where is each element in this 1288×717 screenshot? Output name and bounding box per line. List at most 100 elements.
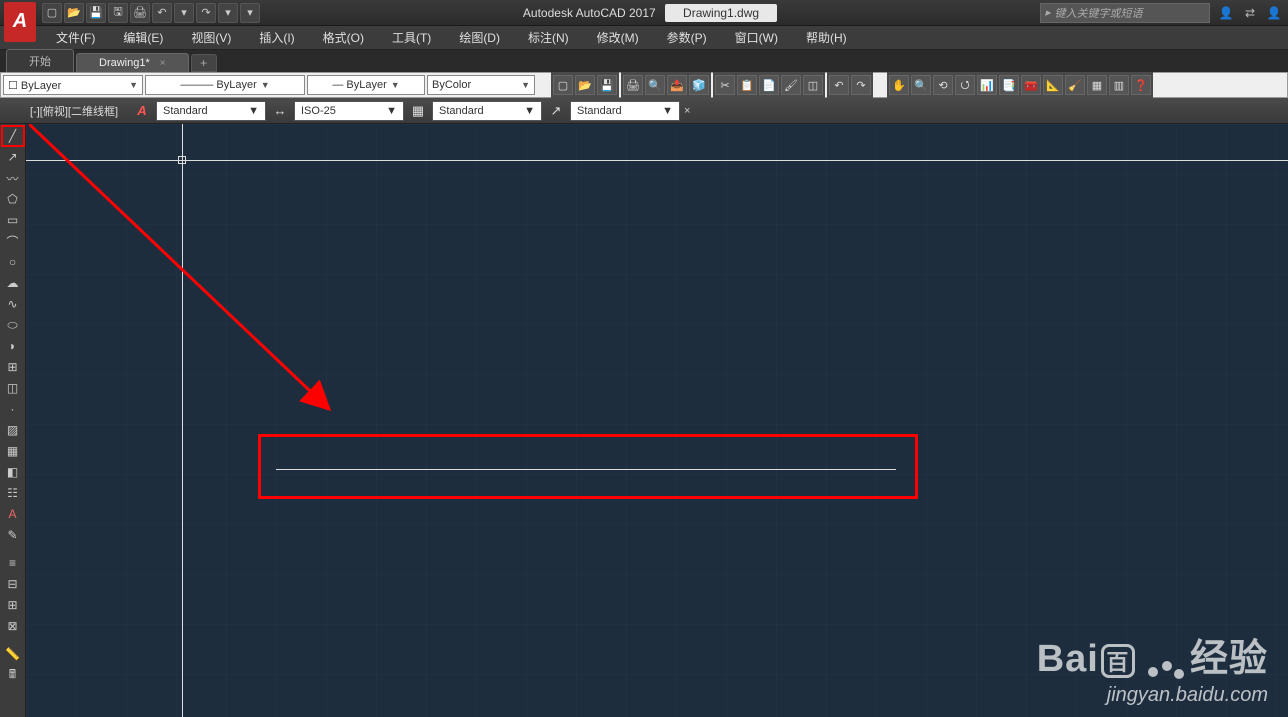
clean-icon[interactable]: 🧹 [1065, 75, 1085, 95]
addselected-tool-icon[interactable]: ✎ [2, 525, 24, 545]
close-icon[interactable]: × [160, 58, 166, 69]
qat-open-icon[interactable]: 📂 [64, 3, 84, 23]
toolbar-close-icon[interactable]: × [684, 105, 696, 117]
table-style-combo[interactable]: Standard ▼ [432, 101, 542, 121]
undo-icon[interactable]: ↶ [829, 75, 849, 95]
prop-icon[interactable]: 📊 [977, 75, 997, 95]
layer-combo[interactable]: ☐ ByLayer ▼ [3, 75, 143, 95]
zoomprev-icon[interactable]: ⟲ [933, 75, 953, 95]
menu-tools[interactable]: 工具(T) [378, 26, 445, 49]
mleader-style-icon[interactable]: ↗ [546, 101, 566, 121]
measure-tool-icon[interactable]: 📏 [2, 644, 24, 664]
qat-redo-drop-icon[interactable]: ▾ [218, 3, 238, 23]
layeroff-tool-icon[interactable]: ⊠ [2, 616, 24, 636]
pan-icon[interactable]: ✋ [889, 75, 909, 95]
new-icon[interactable]: ▢ [553, 75, 573, 95]
menu-view[interactable]: 视图(V) [177, 26, 245, 49]
ellipsearc-tool-icon[interactable]: ◗ [2, 336, 24, 356]
ellipse-tool-icon[interactable]: ⬭ [2, 315, 24, 335]
menu-modify[interactable]: 修改(M) [583, 26, 653, 49]
polyline-tool-icon[interactable]: 〰 [2, 168, 24, 188]
navigation-toolbar: ✋ 🔍 ⟲ ⭯ 📊 📑 🧰 📐 🧹 ▦ ▥ ❓ [887, 72, 1153, 98]
signin-icon[interactable]: 👤 [1216, 4, 1236, 22]
menu-draw[interactable]: 绘图(D) [445, 26, 514, 49]
table-style-icon[interactable]: ▦ [408, 101, 428, 121]
qat-saveas-icon[interactable]: 🖫 [108, 3, 128, 23]
line-tool-icon[interactable]: ╱ [2, 126, 24, 146]
app-logo[interactable]: A [4, 2, 36, 42]
paste-icon[interactable]: 📄 [759, 75, 779, 95]
qat-undo-drop-icon[interactable]: ▾ [174, 3, 194, 23]
menu-format[interactable]: 格式(O) [309, 26, 378, 49]
point-tool-icon[interactable]: · [2, 399, 24, 419]
publish-icon[interactable]: 📤 [667, 75, 687, 95]
menu-window[interactable]: 窗口(W) [721, 26, 792, 49]
zoom-icon[interactable]: 🔍 [911, 75, 931, 95]
insert-tool-icon[interactable]: ⊞ [2, 357, 24, 377]
lineweight-combo[interactable]: — ByLayer ▼ [307, 75, 425, 95]
standard-toolbar-2: 🖨 🔍 📤 🧊 [621, 72, 711, 98]
table-tool-icon[interactable]: ☷ [2, 483, 24, 503]
exchange-icon[interactable]: ⇄ [1240, 4, 1260, 22]
qat-print-icon[interactable]: 🖨 [130, 3, 150, 23]
more1-icon[interactable]: ▦ [1087, 75, 1107, 95]
block-tool-icon[interactable]: ◫ [2, 378, 24, 398]
match-icon[interactable]: 🖌 [781, 75, 801, 95]
quickcalc-tool-icon[interactable]: 🖩 [2, 665, 24, 685]
polygon-tool-icon[interactable]: ⬠ [2, 189, 24, 209]
help-icon[interactable]: ❓ [1131, 75, 1151, 95]
user-icon[interactable]: 👤 [1264, 4, 1284, 22]
menu-file[interactable]: 文件(F) [42, 26, 109, 49]
tab-start[interactable]: 开始 [6, 49, 74, 72]
viewport-label[interactable]: [-][俯视][二维线框] [30, 103, 118, 119]
menu-insert[interactable]: 插入(I) [245, 26, 308, 49]
preview-icon[interactable]: 🔍 [645, 75, 665, 95]
mtext-tool-icon[interactable]: A [2, 504, 24, 524]
revcloud-tool-icon[interactable]: ☁ [2, 273, 24, 293]
menu-edit[interactable]: 编辑(E) [109, 26, 177, 49]
linetype-combo[interactable]: ——— ByLayer ▼ [145, 75, 305, 95]
tab-drawing1[interactable]: Drawing1* × [76, 53, 189, 72]
tab-add-button[interactable]: + [191, 54, 217, 72]
cut-icon[interactable]: ✂ [715, 75, 735, 95]
qat-more-icon[interactable]: ▾ [240, 3, 260, 23]
menu-dimension[interactable]: 标注(N) [514, 26, 583, 49]
arc-tool-icon[interactable]: ⌒ [2, 231, 24, 251]
qat-redo-icon[interactable]: ↷ [196, 3, 216, 23]
mleader-style-combo[interactable]: Standard ▼ [570, 101, 680, 121]
redo-icon[interactable]: ↷ [851, 75, 871, 95]
sheet-icon[interactable]: 📑 [999, 75, 1019, 95]
dim-style-icon[interactable]: ↔ [270, 101, 290, 121]
text-style-icon[interactable]: A [132, 101, 152, 121]
qat-new-icon[interactable]: ▢ [42, 3, 62, 23]
gradient-tool-icon[interactable]: ▦ [2, 441, 24, 461]
dim-style-combo[interactable]: ISO-25 ▼ [294, 101, 404, 121]
layermatch-tool-icon[interactable]: ⊟ [2, 574, 24, 594]
layeriso-tool-icon[interactable]: ⊞ [2, 595, 24, 615]
xline-tool-icon[interactable]: ↗ [2, 147, 24, 167]
calc-icon[interactable]: 📐 [1043, 75, 1063, 95]
copy-icon[interactable]: 📋 [737, 75, 757, 95]
region-tool-icon[interactable]: ◧ [2, 462, 24, 482]
qat-save-icon[interactable]: 💾 [86, 3, 106, 23]
save-icon[interactable]: 💾 [597, 75, 617, 95]
qat-undo-icon[interactable]: ↶ [152, 3, 172, 23]
color-combo[interactable]: ByColor ▼ [427, 75, 535, 95]
circle-tool-icon[interactable]: ○ [2, 252, 24, 272]
hatch-tool-icon[interactable]: ▨ [2, 420, 24, 440]
3dprint-icon[interactable]: 🧊 [689, 75, 709, 95]
menu-help[interactable]: 帮助(H) [792, 26, 861, 49]
layer-tool-icon[interactable]: ≡ [2, 553, 24, 573]
orbit-icon[interactable]: ⭯ [955, 75, 975, 95]
menu-parametric[interactable]: 参数(P) [653, 26, 721, 49]
drawing-canvas[interactable]: Bai百 经验 jingyan.baidu.com [26, 124, 1288, 717]
print-icon[interactable]: 🖨 [623, 75, 643, 95]
more2-icon[interactable]: ▥ [1109, 75, 1129, 95]
search-input[interactable]: ▸ 键入关键字或短语 [1040, 3, 1210, 23]
block-icon[interactable]: ◫ [803, 75, 823, 95]
open-icon[interactable]: 📂 [575, 75, 595, 95]
rectangle-tool-icon[interactable]: ▭ [2, 210, 24, 230]
tool-icon[interactable]: 🧰 [1021, 75, 1041, 95]
text-style-combo[interactable]: Standard ▼ [156, 101, 266, 121]
spline-tool-icon[interactable]: ∿ [2, 294, 24, 314]
